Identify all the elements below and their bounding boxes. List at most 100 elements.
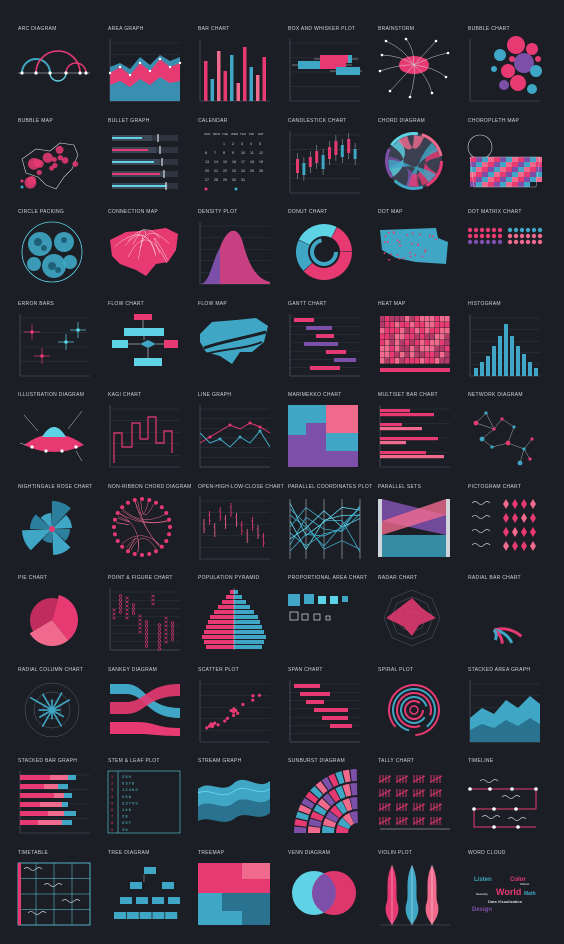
inner-circle <box>48 262 56 270</box>
bubble <box>36 169 42 175</box>
region <box>476 161 482 167</box>
tree-node <box>126 911 139 919</box>
arc <box>49 72 67 82</box>
heat-cell <box>405 315 410 322</box>
bubble <box>52 162 58 168</box>
stack-seg <box>58 784 68 789</box>
stack-seg <box>20 811 48 816</box>
day-number: 9 <box>232 151 234 155</box>
treemap-cell <box>242 878 270 893</box>
tree-node <box>136 896 148 904</box>
caption-squiggle <box>507 817 527 821</box>
area-square <box>325 615 331 621</box>
node <box>84 71 88 75</box>
region <box>494 166 500 172</box>
bubble <box>55 145 64 154</box>
area-square <box>289 611 299 621</box>
region <box>524 156 530 162</box>
chord-node <box>147 497 152 502</box>
day-number: 8 <box>223 151 225 155</box>
day-number: 30 <box>232 178 236 182</box>
chart-tile-chord: CHORD DIAGRAM <box>360 92 454 190</box>
leaf-node <box>446 51 450 55</box>
region <box>482 176 488 182</box>
chord-node <box>153 500 158 505</box>
chart-tile-label: HEAT MAP <box>378 300 406 307</box>
measure <box>112 148 148 151</box>
chart-tile-label: CHOROPLETH MAP <box>468 117 520 124</box>
region <box>524 176 530 182</box>
day-number: 19 <box>259 160 263 164</box>
measure <box>112 172 160 175</box>
stem-value: 7 <box>111 814 114 819</box>
chart-tile-label: CANDLESTICK CHART <box>288 117 347 124</box>
chart-tile-marimekko: MARIMEKKO CHART <box>270 366 364 467</box>
bubble <box>72 160 79 167</box>
heat-cell <box>385 351 390 358</box>
heat-cell <box>425 315 430 322</box>
heat-cell <box>390 339 395 346</box>
matrix-dot <box>537 227 543 233</box>
line-point <box>228 423 232 427</box>
box-left <box>298 61 320 69</box>
heat-cell <box>380 321 385 328</box>
dot <box>383 241 386 243</box>
heat-cell <box>385 339 390 346</box>
stem-value: 1 <box>111 774 114 779</box>
region <box>494 171 500 177</box>
chart-tile-pie: PIE CHART <box>0 549 94 646</box>
heat-cell <box>440 351 445 358</box>
heat-cell <box>400 357 405 364</box>
treemap-cell <box>222 892 242 911</box>
matrix-dot <box>513 233 519 239</box>
day-number: 26 <box>259 169 263 173</box>
multiset-bar <box>380 437 438 441</box>
chart-tile-label: BAR CHART <box>198 26 230 32</box>
chart-tile-timetable: TIMETABLE <box>0 824 94 925</box>
stack-seg <box>20 793 54 798</box>
pack-circle <box>63 255 77 269</box>
chart-tile-stackedarea: STACKED AREA GRAPH <box>450 641 544 742</box>
leaf-values: 3 3 7 9 9 <box>122 800 138 805</box>
venn-thumbnail <box>292 870 356 915</box>
heat-cell <box>380 315 385 322</box>
treemap-cell <box>222 910 242 925</box>
heat-cell <box>410 339 415 346</box>
scatter-point <box>216 722 220 726</box>
heat-cell <box>405 357 410 364</box>
day-number: 20 <box>205 169 209 173</box>
chord-node <box>115 538 120 543</box>
chord-node <box>132 497 137 502</box>
region <box>512 176 518 182</box>
chart-tile-ohlc: OPEN-HIGH-LOW-CLOSE CHART <box>180 458 284 559</box>
candle <box>328 146 331 159</box>
heat-cell <box>415 351 420 358</box>
heat-cell <box>430 321 435 328</box>
heat-cell <box>395 327 400 334</box>
female-bar <box>234 600 246 604</box>
bubble <box>51 156 57 162</box>
chart-tile-label: PICTOGRAM CHART <box>468 483 522 490</box>
tree-node <box>114 911 126 919</box>
matrix-dot <box>473 233 479 239</box>
sunburst-segment <box>350 769 357 782</box>
candle <box>353 148 357 159</box>
region <box>518 176 524 182</box>
bubble <box>535 56 541 62</box>
male-bar <box>208 620 234 624</box>
multiset-bar <box>380 427 422 431</box>
matrix-dot <box>467 227 473 233</box>
chord-link <box>116 521 130 525</box>
matrix-dot <box>531 239 537 245</box>
tree-thumbnail <box>114 866 180 919</box>
region <box>500 176 506 182</box>
matrix-dot <box>479 227 485 233</box>
region <box>476 176 482 182</box>
heat-cell <box>380 339 385 346</box>
heat-cell <box>395 351 400 358</box>
tree-node <box>139 911 152 919</box>
matrix-dot <box>507 239 513 245</box>
sunburst-segment <box>350 783 358 796</box>
matrix-dot <box>473 239 479 245</box>
heat-cell <box>405 345 410 352</box>
